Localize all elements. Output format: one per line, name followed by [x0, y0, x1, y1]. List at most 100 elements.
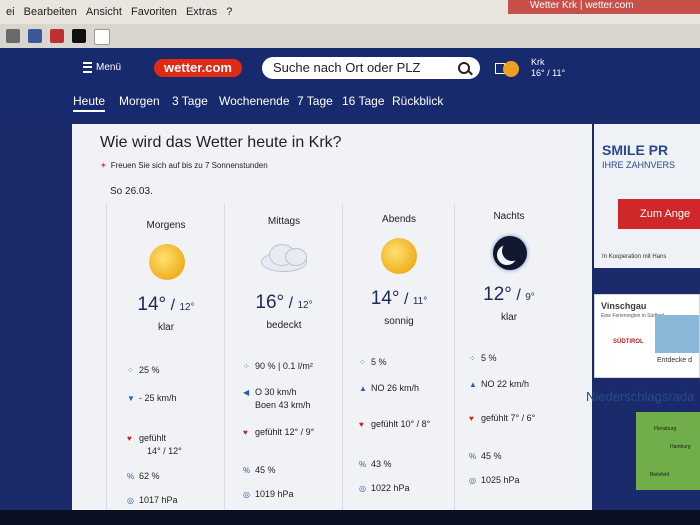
tab-morgen[interactable]: Morgen	[119, 94, 160, 108]
temp-low: 11°	[412, 296, 428, 307]
humidity: 45 %	[481, 451, 502, 461]
humidity-row: % 45 %	[469, 450, 502, 463]
landscape-image	[655, 315, 699, 353]
humidity: 43 %	[371, 459, 392, 469]
radar-title[interactable]: Niederschlagsrada	[586, 389, 694, 404]
temp-low: 12°	[297, 300, 313, 311]
pressure-row: ◎ 1019 hPa	[243, 488, 294, 501]
forecast-nav: Heute Morgen 3 Tage Wochenende 7 Tage 16…	[0, 88, 700, 116]
temp-low: 12°	[179, 302, 195, 313]
wind-arrow-icon: ◀	[243, 388, 250, 397]
search-icon[interactable]	[458, 62, 470, 74]
feels-like-values: 14° / 12°	[147, 446, 182, 456]
precip-row: ⁘ 5 %	[359, 356, 387, 369]
wind: NO 26 km/h	[371, 383, 420, 393]
temp-high: 14°	[370, 288, 400, 309]
pressure-row: ◎ 1022 hPa	[359, 482, 410, 495]
map-label: Hamburg	[670, 444, 691, 450]
pressure-row: ◎ 1017 hPa	[127, 494, 178, 507]
tab-heute[interactable]: Heute	[73, 94, 106, 112]
wind: O 30 km/h	[255, 387, 297, 397]
ad-vinschgau[interactable]: Vinschgau Eine Ferienregion in Südtirol …	[594, 294, 700, 378]
tab-16-tage[interactable]: 16 Tage	[342, 94, 385, 108]
pressure-icon: ◎	[359, 484, 366, 493]
period-abends[interactable]: Abends 14° / 11° sonnig ⁘ 5 % ▲ NO 26 km/h…	[342, 204, 455, 525]
temp-high: 16°	[255, 292, 285, 313]
humidity: 45 %	[255, 465, 276, 475]
period-label: Morgens	[146, 220, 186, 231]
site-header: Menü wetter.com Suche nach Ort oder PLZ …	[0, 48, 700, 88]
ad-title: SMILE PR	[602, 142, 669, 158]
pressure-row: ◎ 1025 hPa	[469, 474, 520, 487]
humidity: 62 %	[139, 471, 160, 481]
raindrops-icon: ⁘	[243, 362, 250, 371]
mail-icon[interactable]	[50, 29, 64, 43]
pressure: 1025 hPa	[481, 475, 520, 485]
pressure: 1022 hPa	[371, 483, 410, 493]
menu-button[interactable]: Menü	[83, 62, 121, 73]
menu-item-favoriten[interactable]: Favoriten	[131, 6, 177, 18]
heart-icon: ♥	[359, 420, 364, 429]
pressure-icon: ◎	[127, 496, 134, 505]
ad-subtitle: IHRE ZAHNVERS	[602, 160, 676, 170]
precip: 5 %	[371, 357, 387, 367]
sun-icon	[381, 238, 417, 274]
logo[interactable]: wetter.com	[154, 59, 242, 77]
wind-arrow-icon: ▲	[469, 380, 477, 389]
temp-high: 14°	[137, 294, 167, 315]
menu-item-extras[interactable]: Extras	[186, 6, 217, 18]
radar-map[interactable]: Flensburg Hamburg Bielefeld	[636, 412, 700, 490]
period-nachts[interactable]: Nachts 12° / 9° klar ⁘ 5 % ▲ NO 22 km/h ♥ g…	[454, 204, 563, 525]
forecast-card: Wie wird das Wetter heute in Krk? ✶ Freue…	[72, 124, 592, 525]
wind-row: ▲ NO 22 km/h	[469, 378, 529, 391]
pressure: 1017 hPa	[139, 495, 178, 505]
screen-bezel	[0, 510, 700, 525]
browser-tab[interactable]: Wetter Krk | wetter.com	[508, 0, 700, 14]
temp-high: 12°	[483, 284, 512, 305]
forecast-date: So 26.03.	[110, 186, 153, 197]
menu-item[interactable]: ei	[6, 6, 15, 18]
precip-row: ⁘ 5 %	[469, 352, 497, 365]
precip: 25 %	[139, 365, 160, 375]
ad2-cta[interactable]: Entdecke d	[657, 357, 692, 364]
ad-cooperation: In Kooperation mit Hans	[602, 254, 667, 260]
period-morgens[interactable]: Morgens 14° / 12° klar ⁘ 25 % ▼ - 25 km/h …	[106, 204, 225, 525]
feels-like: gefühlt 12° / 9°	[255, 427, 315, 437]
ad-banner[interactable]: SMILE PR IHRE ZAHNVERS Zum Ange In Koope…	[594, 124, 700, 268]
wind-row: ◀ O 30 km/h Boen 43 km/h	[243, 386, 311, 411]
search-input[interactable]: Suche nach Ort oder PLZ	[262, 57, 480, 79]
wind-row: ▼ - 25 km/h	[127, 392, 177, 405]
facebook-icon[interactable]	[28, 29, 42, 43]
temperature: 12° / 9°	[483, 284, 535, 305]
menu-item-bearbeiten[interactable]: Bearbeiten	[24, 6, 77, 18]
humidity-row: % 45 %	[243, 464, 276, 477]
humidity-icon: %	[127, 472, 135, 481]
menu-item-help[interactable]: ?	[226, 6, 232, 18]
ad-button[interactable]: Zum Ange	[618, 199, 700, 229]
menu-item-ansicht[interactable]: Ansicht	[86, 6, 122, 18]
raindrops-icon: ⁘	[359, 358, 366, 367]
period-label: Nachts	[493, 211, 525, 222]
tab-7-tage[interactable]: 7 Tage	[297, 94, 333, 108]
menu-label: Menü	[96, 62, 122, 74]
current-location[interactable]: Krk 16° / 11°	[531, 57, 565, 79]
wind: - 25 km/h	[139, 393, 177, 403]
feels-row: ♥ gefühlt 7° / 6°	[469, 412, 535, 425]
feels-row: ♥ gefühlt 12° / 9°	[243, 426, 314, 439]
tab-rueckblick[interactable]: Rückblick	[392, 94, 443, 108]
tab-wochenende[interactable]: Wochenende	[219, 94, 290, 108]
raindrops-icon: ⁘	[127, 366, 134, 375]
page-icon[interactable]	[6, 29, 20, 43]
condition: klar	[500, 312, 518, 323]
cloud-icon	[257, 242, 309, 272]
tab-3-tage[interactable]: 3 Tage	[172, 94, 208, 108]
heart-icon: ♥	[127, 434, 132, 443]
sun-icon	[149, 244, 185, 280]
wind-arrow-icon: ▼	[127, 394, 135, 403]
bookmark-icon[interactable]	[72, 29, 86, 43]
period-mittags[interactable]: Mittags 16° / 12° bedeckt ⁘ 90 % | 0.1 l/…	[224, 204, 343, 525]
precip: 90 % | 0.1 l/m²	[255, 361, 313, 371]
wind-arrow-icon: ▲	[359, 384, 367, 393]
temperature: 14° / 11°	[370, 288, 428, 309]
google-icon[interactable]	[94, 29, 110, 45]
